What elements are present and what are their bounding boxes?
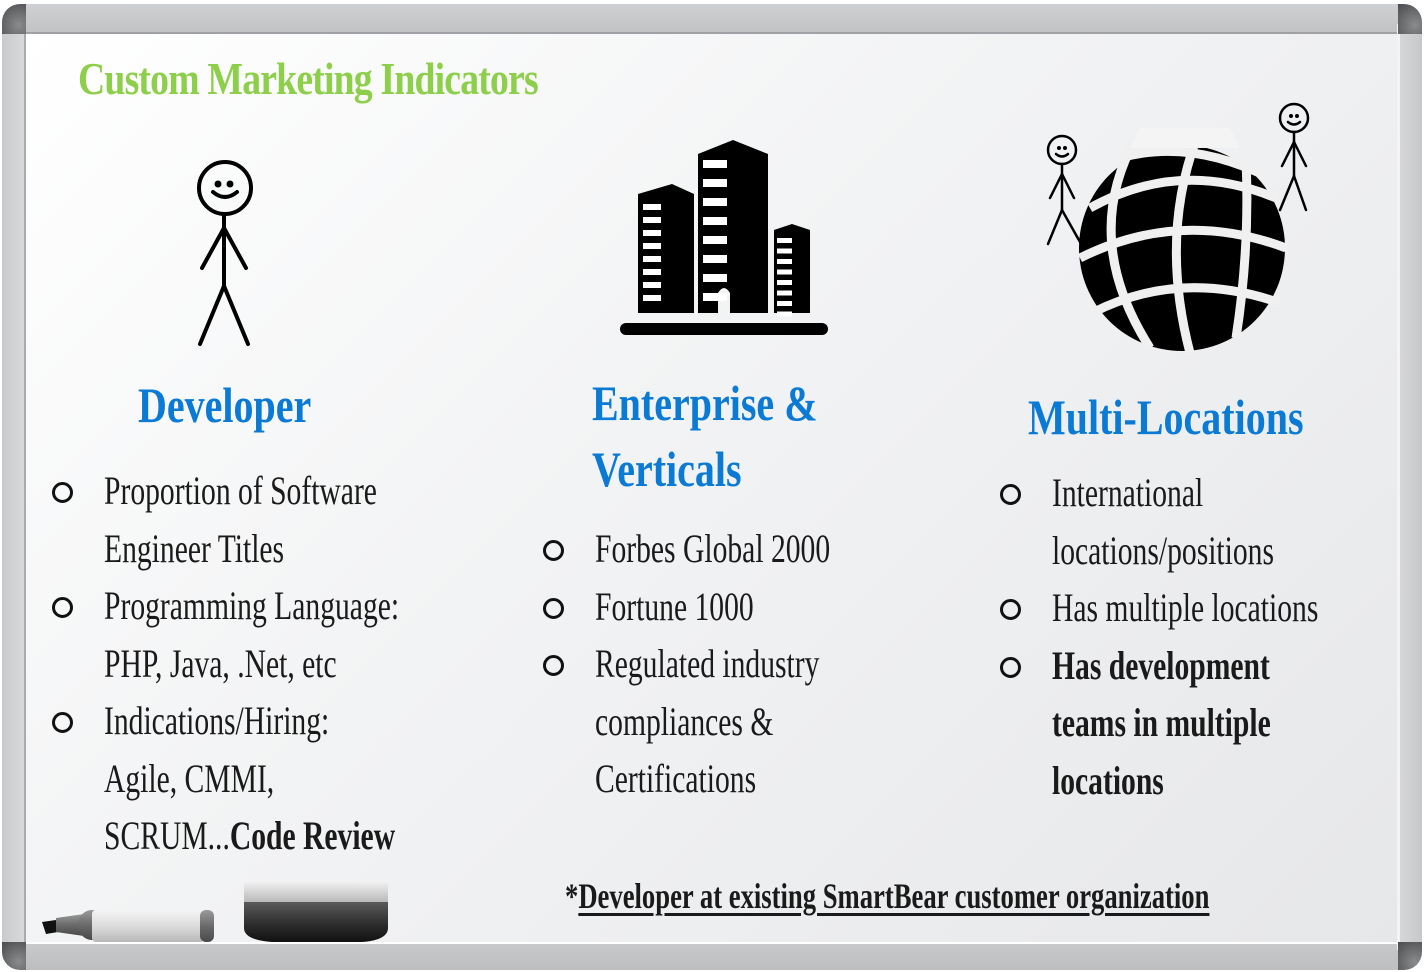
column-heading-enterprise: Enterprise & Verticals xyxy=(592,370,818,502)
building-window xyxy=(643,282,661,288)
building-window xyxy=(777,269,792,275)
building-window xyxy=(703,160,727,168)
stick-figure-icon xyxy=(1046,134,1082,246)
list-item-text: Regulated industry xyxy=(595,641,820,686)
list-item-text: locations xyxy=(1052,757,1164,803)
list-item-text: PHP, Java, .Net, etc xyxy=(104,640,337,686)
building-window xyxy=(643,204,661,210)
globe-icon xyxy=(1077,128,1288,355)
bullet-circle-icon xyxy=(543,540,564,561)
building-window xyxy=(703,198,727,206)
frame-corner xyxy=(1398,942,1422,970)
heading-line: Multi-Locations xyxy=(1028,389,1304,445)
list-item: Indications/Hiring: Agile, CMMI, SCRUM..… xyxy=(52,692,503,865)
list-item: Proportion of Software Engineer Titles xyxy=(52,462,503,577)
list-item-text: Proportion of Software xyxy=(104,468,377,513)
building-window xyxy=(703,217,727,225)
heading-line: Enterprise & xyxy=(592,375,818,431)
building-window xyxy=(703,293,727,301)
frame-corner xyxy=(1398,4,1422,34)
bullet-circle-icon xyxy=(543,655,564,676)
building-window xyxy=(703,179,727,187)
list-item-text: Engineer Titles xyxy=(104,525,285,571)
building-window xyxy=(643,243,661,249)
bullet-circle-icon xyxy=(1000,599,1021,620)
building-window xyxy=(703,236,727,244)
bullet-circle-icon xyxy=(52,597,73,618)
bullet-circle-icon xyxy=(52,482,73,503)
multi-locations-indicator-list: International locations/positions Has mu… xyxy=(1000,464,1412,809)
building-window xyxy=(703,274,727,282)
frame-left-rail xyxy=(2,24,26,950)
list-item-text: Has development xyxy=(1052,642,1270,688)
list-item: Forbes Global 2000 xyxy=(543,520,913,578)
eraser-icon xyxy=(244,882,388,942)
frame-bottom-rail xyxy=(22,942,1402,970)
frame-corner xyxy=(2,942,26,970)
footnote-asterisk: * xyxy=(565,876,579,916)
column-heading-multi-locations: Multi-Locations xyxy=(1028,384,1304,450)
list-item: Programming Language: PHP, Java, .Net, e… xyxy=(52,577,503,692)
list-item-text: Certifications xyxy=(595,756,757,801)
list-item-text: teams in multiple xyxy=(1052,700,1271,745)
list-item-text: SCRUM...Code Review xyxy=(104,807,399,865)
list-item-text: International xyxy=(1052,470,1204,515)
list-item-text: Indications/Hiring: xyxy=(104,698,330,743)
list-item-text: Programming Language: xyxy=(104,583,400,628)
building-window xyxy=(777,259,792,264)
list-item-text: Has multiple locations xyxy=(1052,585,1319,630)
building-window xyxy=(777,290,792,296)
list-item-text: Forbes Global 2000 xyxy=(595,526,831,571)
marker-icon xyxy=(42,910,214,942)
enterprise-indicator-list: Forbes Global 2000 Fortune 1000 Regulate… xyxy=(543,520,913,808)
building-window xyxy=(777,311,792,317)
list-item: Has multiple locations xyxy=(1000,579,1412,637)
list-item-text: Agile, CMMI, xyxy=(104,755,275,801)
list-item-text: Fortune 1000 xyxy=(595,583,754,629)
building-window xyxy=(643,269,661,275)
building-window xyxy=(643,256,661,262)
bullet-circle-icon xyxy=(1000,484,1021,505)
list-item: Fortune 1000 xyxy=(543,578,913,636)
building-window xyxy=(777,301,792,306)
stick-figure-icon xyxy=(1278,102,1310,212)
developer-indicator-list: Proportion of Software Engineer Titles P… xyxy=(52,462,503,865)
heading-line: Developer xyxy=(138,377,312,433)
stick-figure-icon xyxy=(197,160,253,346)
list-item: Regulated industry compliances & Certifi… xyxy=(543,635,913,808)
building-window xyxy=(777,280,792,285)
column-heading-developer: Developer xyxy=(138,372,311,438)
list-item-text-bold: Code Review xyxy=(229,813,396,858)
bullet-circle-icon xyxy=(543,597,564,619)
building-window xyxy=(777,238,792,243)
globe-with-people-icon xyxy=(1046,102,1310,355)
footnote-text: Developer at existing SmartBear customer… xyxy=(578,876,1210,916)
building-window xyxy=(777,248,792,254)
page-title: Custom Marketing Indicators xyxy=(78,53,539,104)
building-window xyxy=(703,255,727,263)
building-window xyxy=(643,230,661,236)
heading-line: Verticals xyxy=(592,441,742,497)
list-item: International locations/positions xyxy=(1000,464,1412,579)
building-window xyxy=(643,217,661,223)
list-item-text: locations/positions xyxy=(1052,527,1274,573)
footnote: *Developer at existing SmartBear custome… xyxy=(565,875,1209,917)
frame-top-rail xyxy=(22,4,1402,34)
frame-corner xyxy=(2,4,26,34)
bullet-circle-icon xyxy=(1000,656,1021,678)
bullet-circle-icon xyxy=(52,712,73,733)
list-item: Has development teams in multiple locati… xyxy=(1000,637,1412,810)
list-item-text: compliances & xyxy=(595,698,774,744)
office-buildings-icon xyxy=(620,140,828,335)
list-item-text-plain: SCRUM... xyxy=(104,813,230,858)
building-window xyxy=(643,295,661,301)
